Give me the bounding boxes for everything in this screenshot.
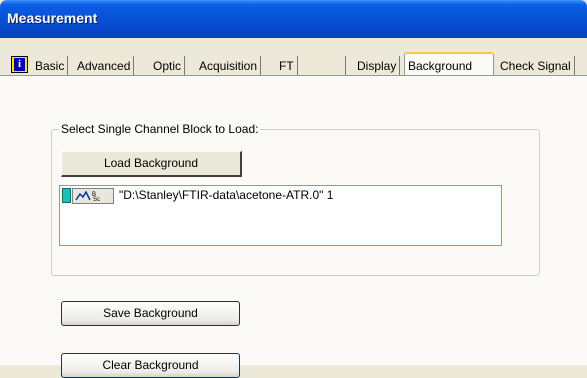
svg-text:Sc: Sc	[93, 197, 100, 202]
tab-basic[interactable]: Basic	[32, 56, 69, 76]
tab-acquisition[interactable]: Acquisition	[196, 56, 262, 76]
window-title: Measurement	[7, 10, 98, 26]
background-tab-panel: Select Single Channel Block to Load: Loa…	[0, 75, 587, 378]
clear-background-button[interactable]: Clear Background	[61, 353, 240, 378]
list-item[interactable]: B Sc "D:\Stanley\FTIR-data\acetone-ATR.0…	[62, 188, 497, 204]
tab-ft[interactable]: FT	[276, 56, 298, 76]
tab-strip: i Basic Advanced Optic Acquisition FT Di…	[0, 52, 587, 78]
measurement-dialog: Measurement i Basic Advanced Optic Acqui…	[0, 0, 587, 378]
file-listbox[interactable]: B Sc "D:\Stanley\FTIR-data\acetone-ATR.0…	[59, 185, 502, 246]
tab-optic[interactable]: Optic	[150, 56, 186, 76]
save-background-button[interactable]: Save Background	[61, 301, 240, 326]
tab-spacer	[306, 56, 346, 76]
groupbox-label: Select Single Channel Block to Load:	[59, 122, 261, 136]
single-channel-groupbox: Select Single Channel Block to Load: Loa…	[51, 122, 540, 276]
tab-display[interactable]: Display	[354, 56, 401, 76]
title-bar[interactable]: Measurement	[0, 0, 587, 38]
file-icon	[62, 188, 71, 203]
spectrum-bsc-icon: B Sc	[72, 188, 114, 204]
tab-check-signal[interactable]: Check Signal	[497, 56, 575, 76]
load-background-button[interactable]: Load Background	[61, 151, 242, 177]
dialog-client-area: i Basic Advanced Optic Acquisition FT Di…	[0, 38, 587, 378]
tab-advanced[interactable]: Advanced	[74, 56, 135, 76]
file-path-text: "D:\Stanley\FTIR-data\acetone-ATR.0" 1	[119, 188, 334, 202]
info-icon[interactable]: i	[11, 56, 28, 73]
